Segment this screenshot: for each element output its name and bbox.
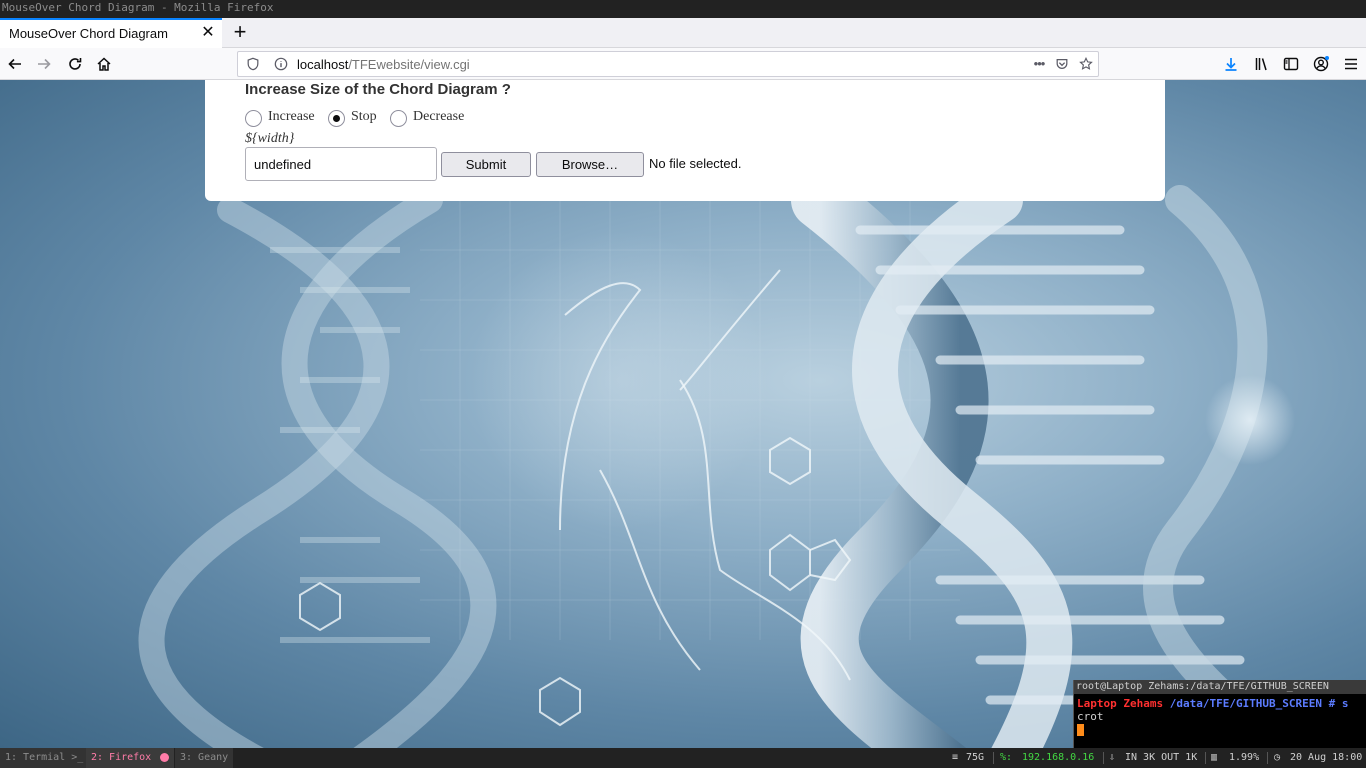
radio-increase-label[interactable]: Increase xyxy=(268,109,315,125)
form-panel: Increase Size of the Chord Diagram ? Inc… xyxy=(205,80,1165,201)
terminal-prompt: # s xyxy=(1328,697,1349,710)
back-icon[interactable] xyxy=(3,52,27,76)
firefox-icon xyxy=(160,752,170,762)
terminal-command: crot xyxy=(1077,710,1104,723)
ip-address: 192.168.0.16 xyxy=(1022,752,1095,763)
browse-file-button[interactable]: Browse… xyxy=(536,152,644,177)
workspace-2[interactable]: 2: Firefox xyxy=(86,748,174,768)
page-actions-icon[interactable]: ••• xyxy=(1028,55,1050,71)
status-divider xyxy=(1205,752,1206,764)
menu-icon[interactable] xyxy=(1339,52,1363,76)
radio-decrease-label[interactable]: Decrease xyxy=(413,109,464,125)
forward-icon[interactable] xyxy=(32,52,56,76)
terminal-host: Laptop Zehams xyxy=(1077,697,1164,710)
downloads-icon[interactable] xyxy=(1219,52,1243,76)
disk-icon: ≡ xyxy=(952,752,959,763)
sidebar-icon[interactable] xyxy=(1279,52,1303,76)
terminal-title: root@Laptop Zehams:/data/TFE/GITHUB_SCRE… xyxy=(1074,680,1366,694)
file-status: No file selected. xyxy=(649,156,742,171)
close-tab-icon[interactable]: ✕ xyxy=(199,24,217,42)
reload-icon[interactable] xyxy=(63,52,87,76)
url-host: localhost xyxy=(297,57,349,72)
radio-decrease-control[interactable] xyxy=(390,110,407,127)
width-input[interactable] xyxy=(245,147,437,181)
terminal-cursor xyxy=(1077,724,1084,736)
submit-button[interactable]: Submit xyxy=(441,152,531,177)
cpu-icon: ▥ xyxy=(1211,752,1218,763)
home-icon[interactable] xyxy=(92,52,116,76)
info-icon[interactable] xyxy=(273,56,289,72)
width-label: ${width} xyxy=(245,131,295,146)
radio-increase[interactable]: Increase xyxy=(245,106,315,127)
clock: 20 Aug 18:00 xyxy=(1290,752,1363,763)
tab-title: MouseOver Chord Diagram xyxy=(9,26,168,41)
disk-usage: 75G xyxy=(966,752,985,763)
bookmark-star-icon[interactable] xyxy=(1078,56,1094,72)
window-title: MouseOver Chord Diagram - Mozilla Firefo… xyxy=(0,0,1366,18)
download-icon: ⇩ xyxy=(1109,752,1116,763)
radio-stop-label[interactable]: Stop xyxy=(351,109,377,125)
radio-stop[interactable]: Stop xyxy=(328,106,377,127)
status-divider xyxy=(993,752,994,764)
cpu-usage: 1.99% xyxy=(1229,752,1260,763)
terminal-window[interactable]: root@Laptop Zehams:/data/TFE/GITHUB_SCRE… xyxy=(1073,680,1366,748)
status-divider xyxy=(1267,752,1268,764)
workspace-1[interactable]: 1: Termial >_ xyxy=(0,748,86,768)
url-text[interactable]: localhost/TFEwebsite/view.cgi xyxy=(297,57,470,72)
network-icon: %: xyxy=(1000,752,1013,763)
url-path: /TFEwebsite/view.cgi xyxy=(348,57,470,72)
workspace-2-label: 2: Firefox xyxy=(91,752,152,763)
tab-strip: MouseOver Chord Diagram ✕ + xyxy=(0,18,1366,48)
radio-decrease[interactable]: Decrease xyxy=(390,106,464,127)
new-tab-button[interactable]: + xyxy=(228,20,252,44)
terminal-body[interactable]: Laptop Zehams /data/TFE/GITHUB_SCREEN # … xyxy=(1074,694,1366,739)
workspace-3[interactable]: 3: Geany xyxy=(175,748,233,768)
url-bar[interactable]: localhost/TFEwebsite/view.cgi ••• xyxy=(237,51,1099,77)
network-traffic: IN 3K OUT 1K xyxy=(1125,752,1198,763)
page-content: Increase Size of the Chord Diagram ? Inc… xyxy=(0,80,1366,748)
navigation-toolbar: localhost/TFEwebsite/view.cgi ••• xyxy=(0,48,1366,80)
tab-active[interactable]: MouseOver Chord Diagram ✕ xyxy=(0,18,222,48)
system-status-bar: 1: Termial >_ 2: Firefox 3: Geany ≡ 75G … xyxy=(0,748,1366,768)
terminal-path: /data/TFE/GITHUB_SCREEN xyxy=(1169,697,1323,710)
form-title: Increase Size of the Chord Diagram ? xyxy=(245,81,511,98)
account-icon[interactable] xyxy=(1309,52,1333,76)
pocket-icon[interactable] xyxy=(1054,56,1070,72)
library-icon[interactable] xyxy=(1250,52,1274,76)
radio-stop-control[interactable] xyxy=(328,110,345,127)
status-divider xyxy=(1103,752,1104,764)
clock-icon: ◷ xyxy=(1274,752,1281,763)
radio-increase-control[interactable] xyxy=(245,110,262,127)
shield-icon[interactable] xyxy=(245,56,261,72)
